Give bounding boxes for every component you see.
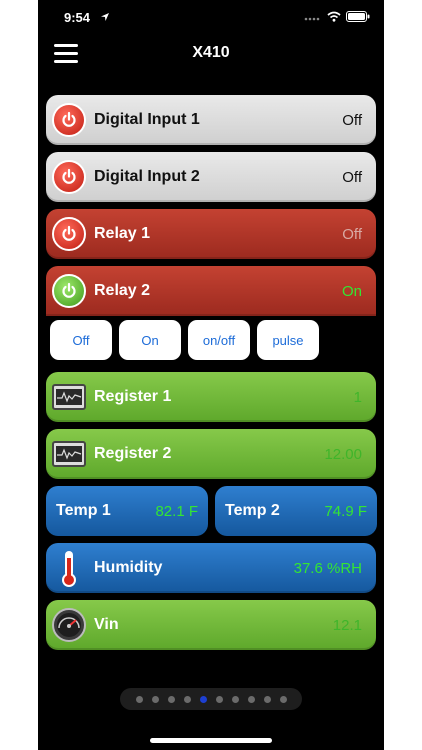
status-bar: 9:54 xyxy=(38,0,384,36)
tile-label: Humidity xyxy=(94,559,163,576)
gauge-icon xyxy=(52,608,86,642)
signal-icon xyxy=(304,17,320,20)
tile-value: 82.1 F xyxy=(155,502,198,520)
power-icon xyxy=(52,160,86,194)
thermometer-icon xyxy=(62,551,76,587)
tile-vin[interactable]: Vin 12.1 xyxy=(46,600,376,650)
tile-value: Off xyxy=(342,168,362,186)
status-indicators xyxy=(304,11,370,22)
tile-register-1[interactable]: Register 1 1 xyxy=(46,372,376,422)
home-indicator[interactable] xyxy=(150,738,272,743)
page-indicator[interactable] xyxy=(120,688,302,710)
page-dot[interactable] xyxy=(231,695,239,703)
tile-value: Off xyxy=(342,225,362,243)
tile-label: Digital Input 1 xyxy=(94,111,200,128)
tile-relay-1[interactable]: Relay 1 Off xyxy=(46,209,376,259)
tile-digital-input-2[interactable]: Digital Input 2 Off xyxy=(46,152,376,202)
battery-icon xyxy=(346,11,370,22)
tile-label: Register 2 xyxy=(94,445,172,462)
page-dot[interactable] xyxy=(215,695,223,703)
page-dot[interactable] xyxy=(183,695,191,703)
tile-label: Vin xyxy=(94,616,119,633)
tile-register-2[interactable]: Register 2 12.00 xyxy=(46,429,376,479)
tile-label: Digital Input 2 xyxy=(94,168,200,185)
tile-label: Relay 2 xyxy=(94,282,151,299)
tile-temp-2[interactable]: Temp 2 74.9 F xyxy=(215,486,377,536)
tile-value: 1 xyxy=(353,388,362,406)
power-icon xyxy=(52,103,86,137)
monitor-icon xyxy=(52,384,86,410)
tile-temp-1[interactable]: Temp 1 82.1 F xyxy=(46,486,208,536)
tile-humidity[interactable]: Humidity 37.6 %RH xyxy=(46,543,376,593)
page-dot-active[interactable] xyxy=(199,695,207,703)
tile-digital-input-1[interactable]: Digital Input 1 Off xyxy=(46,95,376,145)
tile-label: Register 1 xyxy=(94,388,172,405)
relay-button-row: Off On on/off pulse xyxy=(50,320,319,360)
tile-relay-2[interactable]: Relay 2 On xyxy=(46,266,376,316)
tile-value: 12.1 xyxy=(332,616,362,634)
relay-toggle-button[interactable]: on/off xyxy=(188,320,250,360)
tile-value: On xyxy=(341,282,362,300)
page-dot[interactable] xyxy=(135,695,143,703)
power-icon xyxy=(52,274,86,308)
page-dot[interactable] xyxy=(247,695,255,703)
page-dot[interactable] xyxy=(151,695,159,703)
relay-pulse-button[interactable]: pulse xyxy=(257,320,319,360)
location-arrow-icon xyxy=(101,13,109,21)
page-dot[interactable] xyxy=(167,695,175,703)
wifi-icon xyxy=(327,11,341,22)
tile-value: 12.00 xyxy=(324,445,362,463)
nav-bar: X410 xyxy=(38,36,384,76)
relay-on-button[interactable]: On xyxy=(119,320,181,360)
tile-value: Off xyxy=(342,111,362,129)
tile-label: Temp 1 xyxy=(56,502,111,519)
power-icon xyxy=(52,217,86,251)
page-title: X410 xyxy=(192,44,230,61)
tile-value: 37.6 %RH xyxy=(293,559,362,577)
page-dot[interactable] xyxy=(263,695,271,703)
status-time: 9:54 xyxy=(64,10,91,25)
tile-label: Temp 2 xyxy=(225,502,280,519)
monitor-icon xyxy=(52,441,86,467)
relay-off-button[interactable]: Off xyxy=(50,320,112,360)
tile-label: Relay 1 xyxy=(94,225,151,242)
tile-value: 74.9 F xyxy=(324,502,367,520)
page-dot[interactable] xyxy=(279,695,287,703)
phone-screen: 9:54 X410 Digital Input 1 Off Digital In… xyxy=(38,0,384,750)
